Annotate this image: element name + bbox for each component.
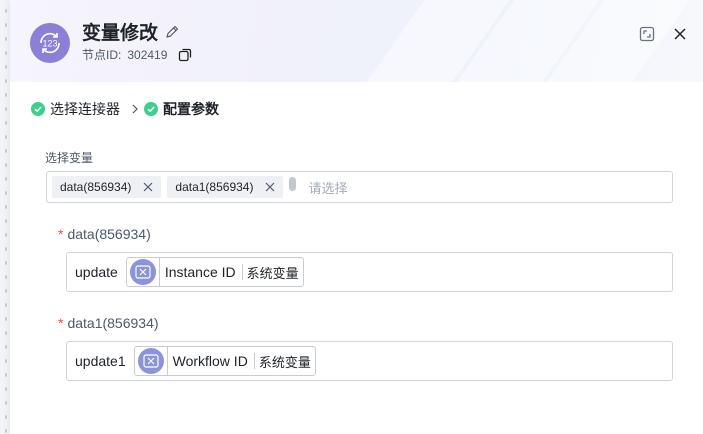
remove-tag-icon[interactable] [265,182,275,192]
check-circle-icon [144,102,158,116]
node-config-panel: 123 变量修改 节点ID: 302419 选择连接器 配置参数 选择变量 da… [10,0,703,434]
variable-multi-select[interactable]: data(856934) data1(856934) 请选择 [46,171,673,203]
value-prefix-text: update1 [75,353,126,369]
copy-icon[interactable] [177,47,193,63]
variable-counter-icon: 123 [40,32,60,54]
panel-header: 123 变量修改 节点ID: 302419 [10,0,703,82]
title-row: 变量修改 [82,18,180,45]
panel-title: 变量修改 [82,23,159,44]
remove-tag-icon[interactable] [143,182,153,192]
step-label: 配置参数 [163,101,219,117]
step-indicator: 选择连接器 配置参数 [31,99,219,119]
step-label: 选择连接器 [50,101,120,117]
fullscreen-icon[interactable] [639,26,655,42]
chevron-right-icon [132,104,138,114]
pencil-icon[interactable] [164,24,180,40]
node-icon-text: 123 [42,39,57,49]
selected-variable-tag: data(856934) [52,176,162,198]
step-select-connector[interactable]: 选择连接器 [31,99,120,119]
system-variable-chip[interactable]: Instance ID 系统变量 [125,257,304,287]
variable-icon [137,348,164,374]
variable-value-input-data[interactable]: update Instance ID 系统变量 [66,252,673,292]
node-type-icon: 123 [30,23,70,63]
system-variable-chip[interactable]: Workflow ID 系统变量 [133,346,316,376]
tag-label: data(856934) [60,180,132,194]
chip-variable-type: 系统变量 [258,354,311,370]
chip-variable-name: Instance ID [160,264,243,280]
required-marker: * [58,226,64,242]
node-id-value: 302419 [127,47,168,62]
select-placeholder: 请选择 [308,180,348,196]
step-configure-params[interactable]: 配置参数 [144,99,219,119]
tag-label: data1(856934) [175,180,254,194]
variable-label-data1: * data1(856934) [58,315,159,331]
variable-label-data: * data(856934) [58,226,151,242]
close-icon[interactable] [672,26,688,42]
select-variables-label: 选择变量 [45,151,94,165]
selected-variable-tag: data1(856934) [167,176,284,198]
required-marker: * [58,315,64,331]
value-prefix-text: update [75,264,118,280]
variable-icon [129,259,156,285]
check-circle-icon [31,102,45,116]
node-id-label: 节点ID: [82,48,122,62]
tag-scrollbar[interactable] [289,177,297,191]
variable-name: data1(856934) [67,315,159,331]
node-id-row: 节点ID: 302419 [82,46,193,63]
variable-value-input-data1[interactable]: update1 Workflow ID 系统变量 [66,341,673,381]
chip-variable-name: Workflow ID [168,353,255,369]
chip-variable-type: 系统变量 [246,265,299,281]
variable-name: data(856934) [67,226,151,242]
